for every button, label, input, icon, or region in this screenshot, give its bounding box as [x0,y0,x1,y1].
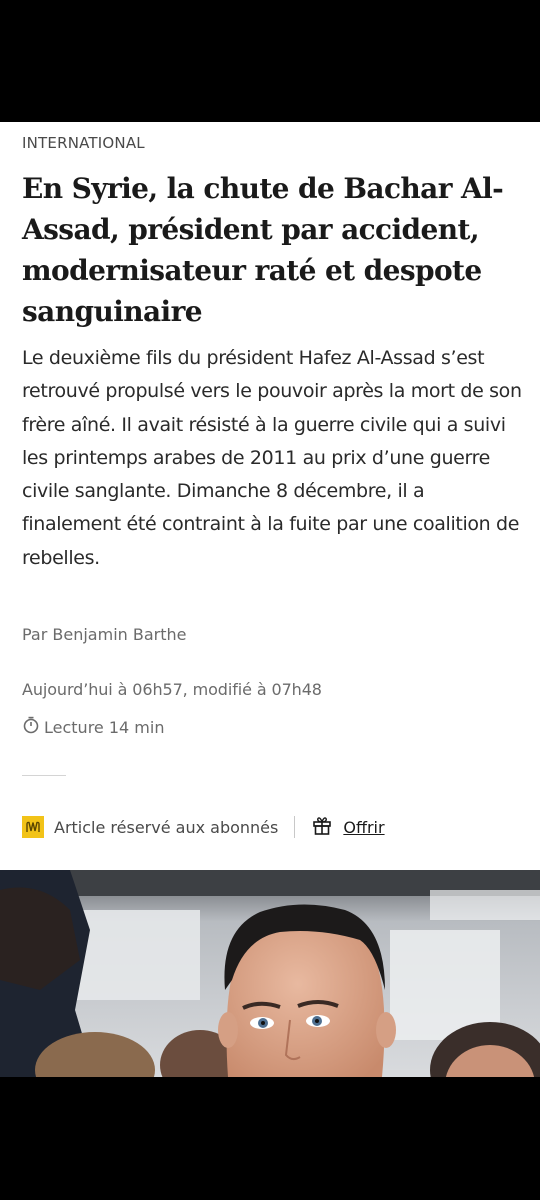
reading-time-label: Lecture 14 min [44,717,165,737]
navigation-bar-area [0,1077,540,1200]
separator [294,816,296,838]
subscriber-label: Article réservé aux abonnés [54,817,279,837]
reading-time: Lecture 14 min [22,716,164,738]
offer-button[interactable]: Offrir [311,814,385,840]
article-dates: Aujourd’hui à 06h57, modifié à 07h48 [22,680,322,699]
article-rubric[interactable]: INTERNATIONAL [22,134,145,152]
status-bar-area [0,0,540,122]
article-headline: En Syrie, la chute de Bachar Al-Assad, p… [22,172,504,328]
subscriber-bar: Article réservé aux abonnés Offrir [22,814,385,840]
article-header: INTERNATIONAL En Syrie, la chute de Bach… [0,122,540,870]
article-photo[interactable] [0,870,540,1077]
stopwatch-icon [22,716,44,738]
article-byline[interactable]: Par Benjamin Barthe [22,625,186,644]
le-monde-m-icon [22,816,44,838]
gift-icon [311,814,343,840]
article-lede: Le deuxième fils du président Hafez Al-A… [22,347,522,569]
offer-label: Offrir [343,817,385,837]
divider [22,775,66,776]
